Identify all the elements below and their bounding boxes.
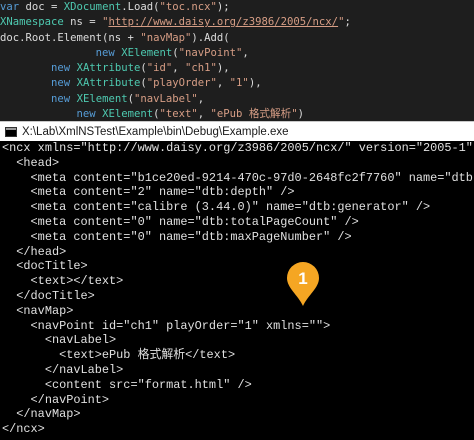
console-line: <ncx xmlns="http://www.daisy.org/z3986/2… [2, 141, 473, 155]
code-token: new [95, 46, 115, 59]
console-title-bar[interactable]: X:\Lab\XmlNSTest\Example\bin\Debug\Examp… [0, 121, 474, 141]
code-token: ns = [63, 16, 103, 29]
code-token: .Load( [121, 1, 160, 13]
code-token: ); [216, 1, 230, 13]
code-token: , [216, 77, 230, 90]
console-line: <text></text> [2, 274, 124, 289]
code-token: ) [297, 108, 304, 121]
code-token: XElement [121, 46, 173, 59]
console-line: <navMap> [2, 303, 74, 318]
console-line: <text>ePub 格式解析</text> [2, 348, 236, 363]
console-line: </navLabel> [2, 362, 124, 377]
code-token: XElement [102, 108, 154, 121]
console-line: </navMap> [2, 407, 81, 422]
console-line: </navPoint> [2, 392, 110, 407]
code-line: var doc = XDocument.Load("toc.ncx"); [0, 0, 474, 15]
code-token: new [51, 77, 71, 90]
code-token: XNamespace [0, 16, 64, 29]
code-token: , [172, 62, 186, 75]
code-token: XAttribute [76, 62, 141, 75]
code-token: http://www.daisy.org/z3986/2005/ncx/ [108, 16, 339, 29]
code-token: , [242, 46, 249, 59]
console-line: <content src="format.html" /> [2, 377, 252, 392]
code-token: , [197, 108, 211, 121]
console-line: <meta content="2" name="dtb:depth" /> [2, 185, 295, 200]
code-token: new [76, 108, 96, 121]
code-line: XNamespace ns = "http://www.daisy.org/z3… [0, 15, 474, 30]
code-token: doc.Root.Element(ns + [0, 31, 141, 44]
code-token: ), [248, 77, 262, 90]
console-line: <head> [2, 155, 60, 170]
console-line: </head> [2, 244, 67, 259]
console-line: <meta content="calibre (3.44.0)" name="d… [2, 200, 431, 215]
code-token: "navLabel" [133, 92, 198, 105]
code-token: XDocument [63, 1, 122, 13]
code-line: new XAttribute("id", "ch1"), [0, 61, 474, 76]
console-output[interactable]: <ncx xmlns="http://www.daisy.org/z3986/2… [0, 141, 474, 440]
code-token: new [51, 62, 71, 75]
console-line: <meta content="0" name="dtb:maxPageNumbe… [2, 229, 352, 244]
code-token: XElement [76, 92, 128, 105]
code-token: "id" [146, 62, 173, 75]
code-token: XAttribute [76, 77, 141, 90]
code-token: "navPoint" [178, 46, 243, 59]
code-line: doc.Root.Element(ns + "navMap").Add( [0, 31, 474, 46]
code-token: "ch1" [185, 62, 217, 75]
code-token: "ePub 格式解析" [210, 108, 298, 121]
code-token: "1" [229, 77, 249, 90]
code-editor[interactable]: var doc = XDocument.Load("toc.ncx"); XNam… [0, 0, 474, 120]
console-window-icon [5, 126, 17, 137]
code-token: var [0, 1, 20, 13]
console-line: <navPoint id="ch1" playOrder="1" xmlns="… [2, 318, 331, 333]
code-token: ; [344, 16, 351, 29]
code-token: "toc.ncx" [159, 1, 217, 13]
code-token: "navMap" [140, 31, 192, 44]
code-line: new XAttribute("playOrder", "1"), [0, 76, 474, 91]
console-line: <navLabel> [2, 333, 117, 348]
code-line: new XElement("navLabel", [0, 92, 474, 107]
code-token: new [51, 92, 71, 105]
console-line: </docTitle> [2, 288, 95, 303]
callout-label: 1 [298, 269, 307, 288]
console-line: </ncx> [2, 422, 45, 437]
code-token: "playOrder" [146, 77, 217, 90]
code-token: "text" [159, 108, 198, 121]
code-token: , [197, 92, 205, 105]
console-line: <meta content="0" name="dtb:totalPageCou… [2, 214, 359, 229]
code-token: ).Add( [191, 31, 230, 44]
callout-marker: 1 [287, 262, 319, 306]
code-token: doc = [19, 1, 64, 13]
console-title: X:\Lab\XmlNSTest\Example\bin\Debug\Examp… [22, 125, 289, 138]
console-line: <meta content="b1ce20ed-9214-470c-97d0-2… [2, 170, 474, 185]
code-token: ), [216, 62, 230, 75]
console-line: <docTitle> [2, 259, 88, 274]
code-line: new XElement("navPoint", [0, 46, 474, 61]
